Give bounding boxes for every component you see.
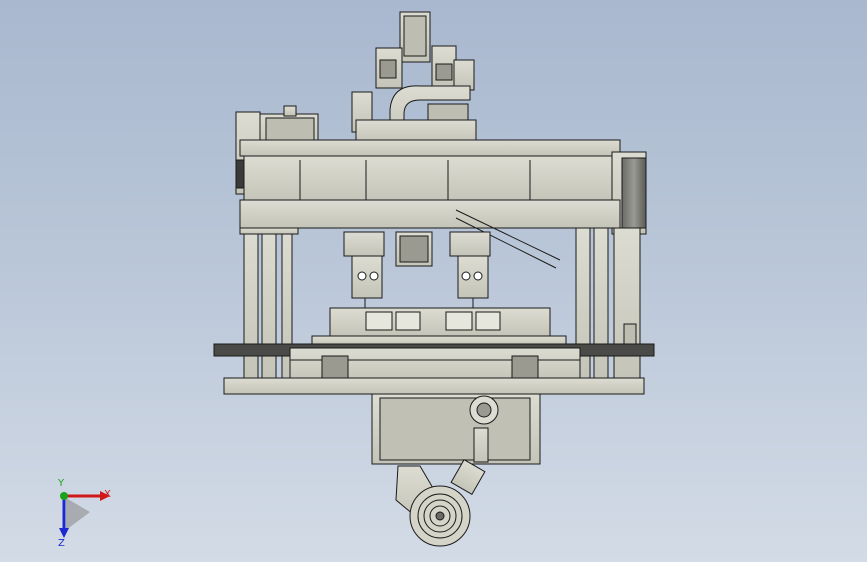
triad-plane [66,498,90,530]
bottom-drive-motor [395,459,486,547]
cable-carrier-loop [351,85,477,143]
orientation-triad: X Y Z [57,478,111,549]
z-arrowhead-icon [59,528,69,538]
y-axis-label: Y [57,478,65,489]
cad-model-viewport[interactable]: X Y Z [0,0,867,562]
workpiece-fixtures [311,307,567,347]
lower-gear-housing [371,393,541,465]
machine-assembly [213,11,655,547]
left-spindle-head [343,231,385,308]
base-plate [223,377,645,395]
z-axis-label: Z [58,538,65,549]
center-spindle-motor [395,231,433,267]
right-spindle-head [449,231,491,308]
y-axis-dot [60,492,68,500]
top-servo-motor [375,11,475,91]
x-axis-label: X [104,489,111,500]
